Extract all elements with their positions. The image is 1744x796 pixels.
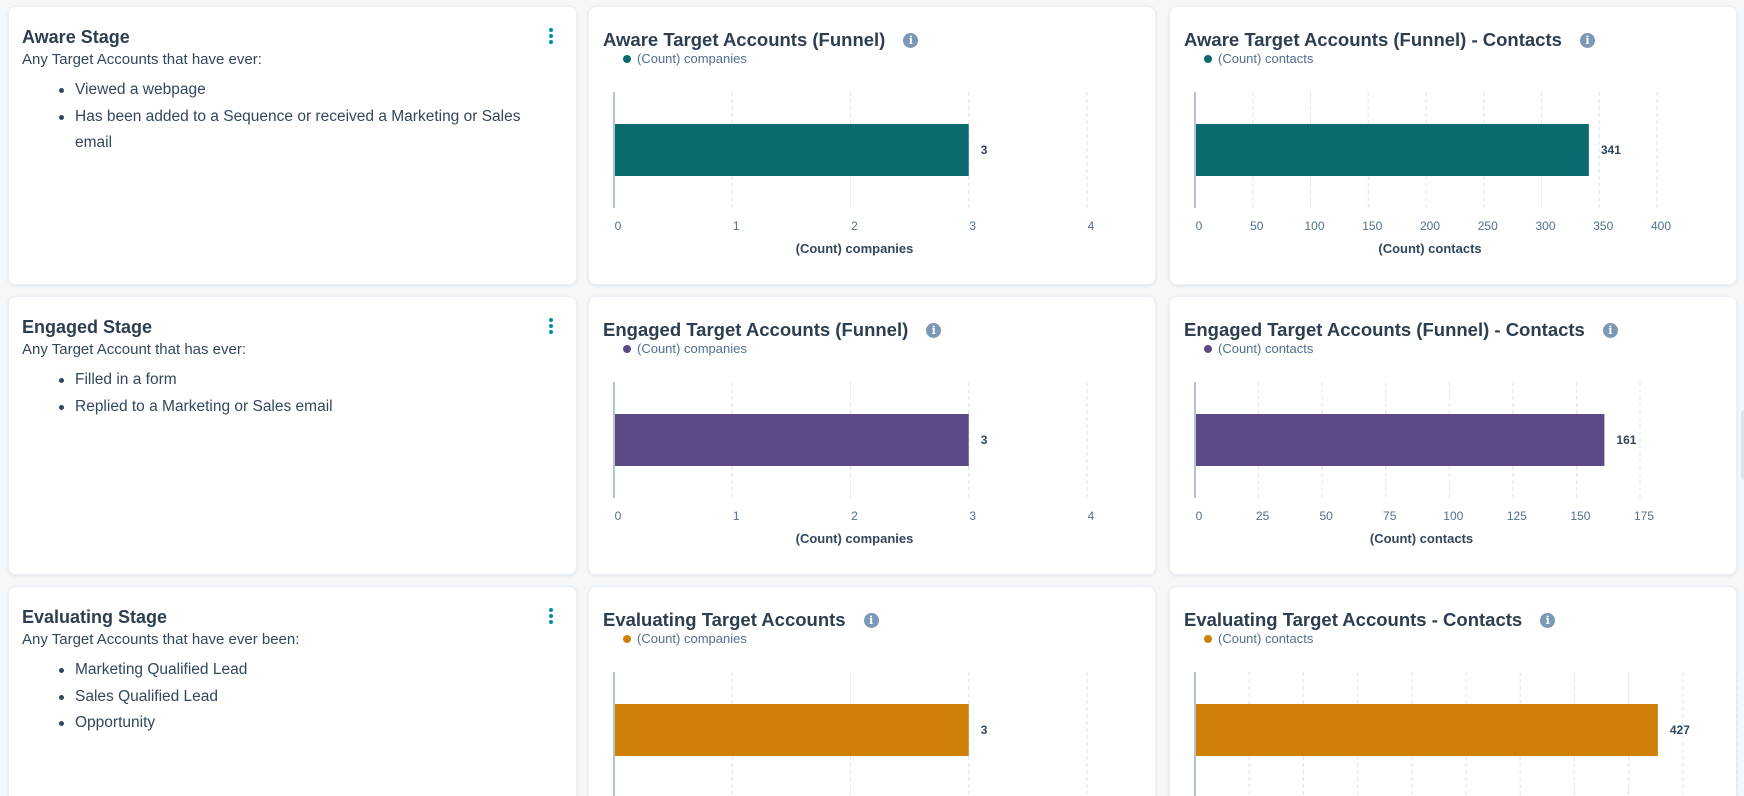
bar-chart: 427 bbox=[1194, 672, 1738, 796]
bar-chart: 341 0 50 100 150 200 250 300 350 400 (Count) conta… bbox=[1194, 92, 1671, 256]
tick-label: 350 bbox=[1593, 219, 1613, 233]
stage-card-evaluating: Evaluating Stage Any Target Accounts tha… bbox=[8, 586, 577, 796]
bar bbox=[1196, 124, 1589, 176]
data-label: 427 bbox=[1670, 723, 1690, 737]
tick-label: 2 bbox=[851, 219, 858, 233]
bar bbox=[615, 414, 969, 466]
tick-label: 4 bbox=[1088, 509, 1095, 523]
tick-label: 50 bbox=[1250, 219, 1264, 233]
tick-label: 150 bbox=[1570, 509, 1590, 523]
x-axis-label: (Count) contacts bbox=[1370, 531, 1473, 546]
stage-card-engaged: Engaged Stage Any Target Account that ha… bbox=[8, 296, 577, 575]
vertical-dots-icon[interactable] bbox=[546, 607, 556, 625]
tick-label: 100 bbox=[1304, 219, 1324, 233]
tick-label: 4 bbox=[1088, 219, 1095, 233]
x-axis-label: (Count) companies bbox=[796, 241, 914, 256]
stage-card-aware: Aware Stage Any Target Accounts that hav… bbox=[8, 6, 577, 285]
stage-criteria-list: Filled in a form Replied to a Marketing … bbox=[45, 367, 545, 420]
list-item: Marketing Qualified Lead bbox=[45, 657, 545, 684]
data-label: 341 bbox=[1601, 143, 1621, 157]
tick-label: 3 bbox=[969, 219, 976, 233]
tick-label: 150 bbox=[1362, 219, 1382, 233]
bar-chart: 3 0 1 2 3 4 (Count) companies bbox=[613, 92, 1095, 256]
bar-chart: 161 0 25 50 75 100 125 150 175 (Count) contacts bbox=[1194, 382, 1654, 546]
stage-description: Any Target Accounts that have ever: bbox=[22, 51, 262, 68]
tick-label: 100 bbox=[1443, 509, 1463, 523]
tick-label: 1 bbox=[733, 509, 740, 523]
tick-label: 250 bbox=[1478, 219, 1498, 233]
tick-label: 175 bbox=[1634, 509, 1654, 523]
bar bbox=[615, 704, 969, 756]
list-item: Filled in a form bbox=[45, 367, 545, 394]
stage-description: Any Target Accounts that have ever been: bbox=[22, 631, 300, 648]
vertical-dots-icon[interactable] bbox=[546, 27, 556, 45]
tick-label: 125 bbox=[1507, 509, 1527, 523]
list-item: Opportunity bbox=[45, 710, 545, 737]
tick-label: 1 bbox=[733, 219, 740, 233]
x-axis-label: (Count) companies bbox=[796, 531, 914, 546]
bar-chart: 3 0 1 2 3 4 (Count) companies bbox=[613, 382, 1095, 546]
tick-label: 75 bbox=[1383, 509, 1397, 523]
bar bbox=[615, 124, 969, 176]
chart-card-evaluating-contacts: Evaluating Target Accounts - Contacts i … bbox=[1169, 586, 1738, 796]
tick-label: 0 bbox=[1196, 219, 1203, 233]
tick-label: 0 bbox=[615, 219, 622, 233]
x-axis-label: (Count) contacts bbox=[1378, 241, 1481, 256]
stage-description: Any Target Account that has ever: bbox=[22, 341, 247, 358]
chart-card-evaluating-companies: Evaluating Target Accounts i (Count) com… bbox=[588, 586, 1156, 796]
chart-card-engaged-contacts: Engaged Target Accounts (Funnel) - Conta… bbox=[1169, 296, 1737, 575]
data-label: 3 bbox=[981, 723, 988, 737]
tick-label: 0 bbox=[1196, 509, 1203, 523]
stage-title: Aware Stage bbox=[22, 27, 130, 47]
list-item: Has been added to a Sequence or received… bbox=[45, 104, 555, 157]
list-item: Viewed a webpage bbox=[45, 77, 555, 104]
chart-card-aware-contacts: Aware Target Accounts (Funnel) - Contact… bbox=[1169, 6, 1737, 285]
bar bbox=[1196, 704, 1658, 756]
stage-criteria-list: Viewed a webpage Has been added to a Seq… bbox=[45, 77, 555, 157]
tick-label: 300 bbox=[1535, 219, 1555, 233]
bar-chart: 3 bbox=[613, 672, 1088, 796]
stage-criteria-list: Marketing Qualified Lead Sales Qualified… bbox=[45, 657, 545, 737]
bar bbox=[1196, 414, 1605, 466]
tick-label: 400 bbox=[1651, 219, 1671, 233]
tick-label: 3 bbox=[969, 509, 976, 523]
stage-title: Evaluating Stage bbox=[22, 607, 168, 627]
list-item: Replied to a Marketing or Sales email bbox=[45, 394, 545, 421]
data-label: 3 bbox=[981, 143, 988, 157]
tick-label: 50 bbox=[1319, 509, 1333, 523]
tick-label: 0 bbox=[615, 509, 622, 523]
vertical-dots-icon[interactable] bbox=[546, 317, 556, 335]
chart-card-aware-companies: Aware Target Accounts (Funnel) i (Count)… bbox=[588, 6, 1156, 285]
stage-title: Engaged Stage bbox=[22, 317, 153, 337]
data-label: 161 bbox=[1616, 433, 1636, 447]
list-item: Sales Qualified Lead bbox=[45, 684, 545, 711]
tick-label: 2 bbox=[851, 509, 858, 523]
chart-card-engaged-companies: Engaged Target Accounts (Funnel) i (Coun… bbox=[588, 296, 1156, 575]
tick-label: 25 bbox=[1256, 509, 1270, 523]
tick-label: 200 bbox=[1420, 219, 1440, 233]
data-label: 3 bbox=[981, 433, 988, 447]
